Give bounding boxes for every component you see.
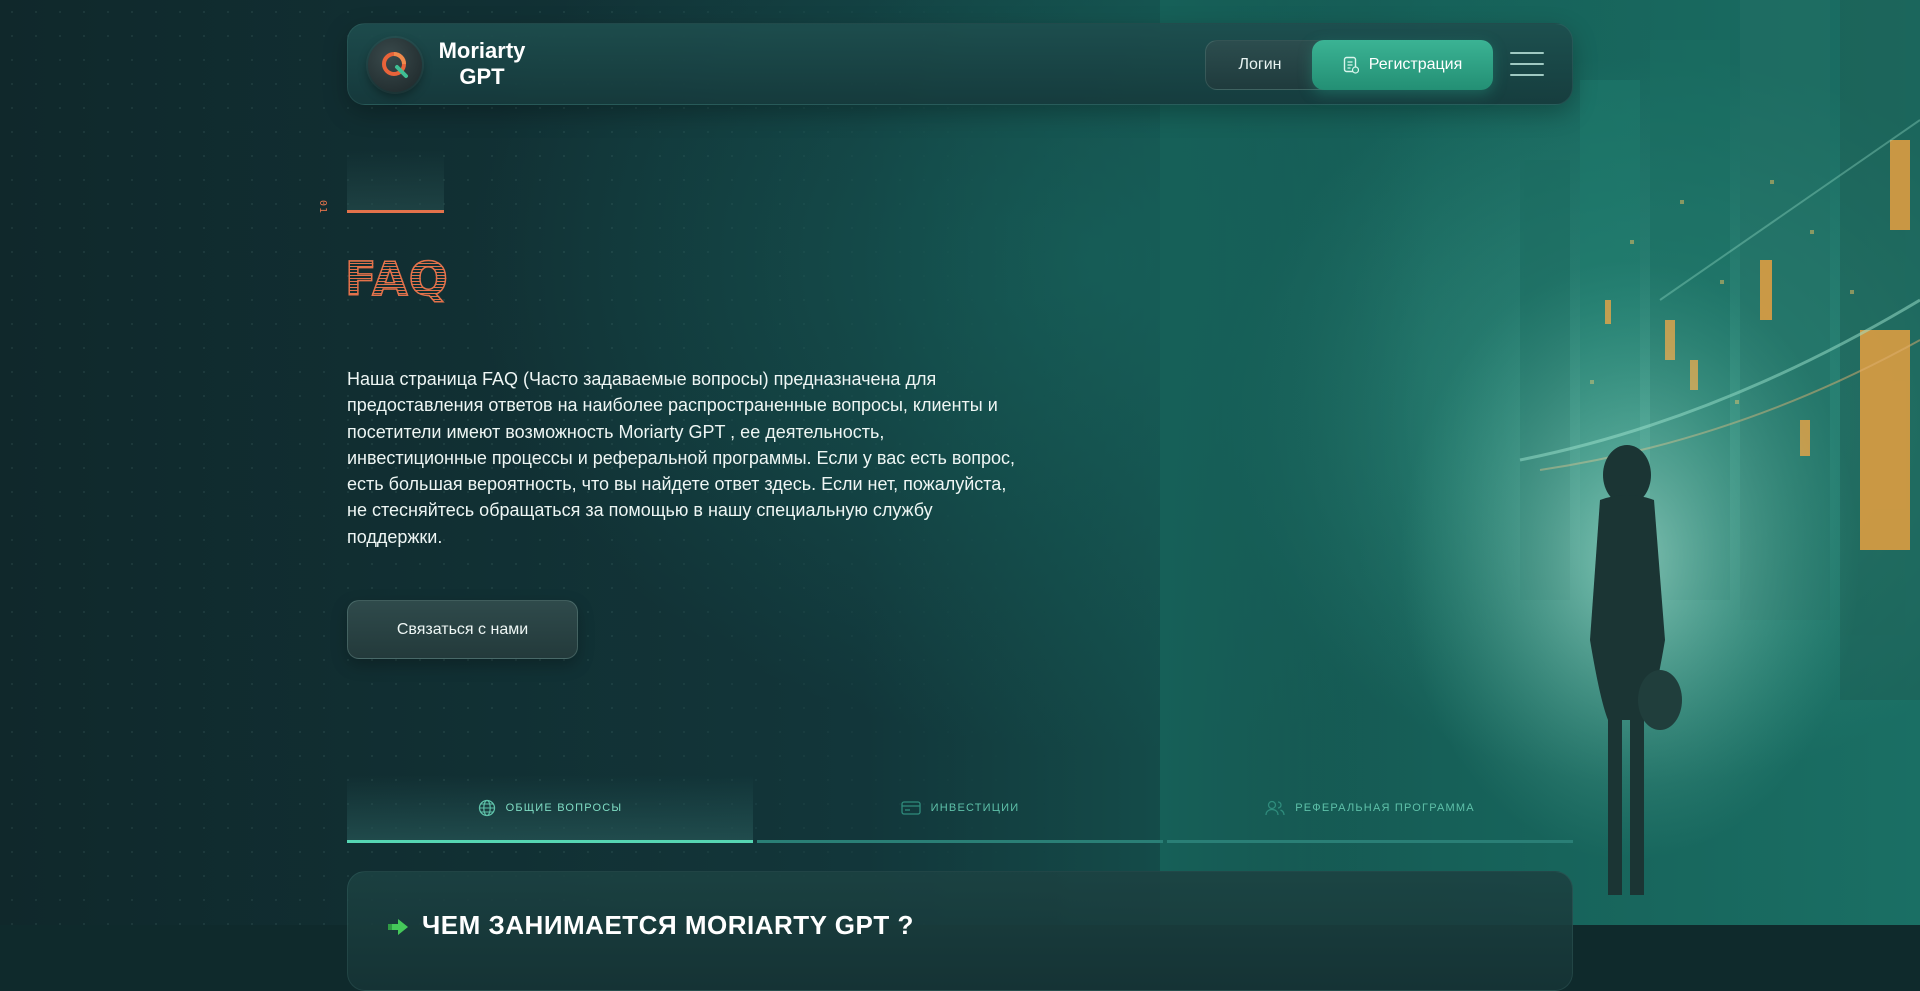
intro-paragraph: Наша страница FAQ (Часто задаваемые вопр… [347, 366, 1027, 550]
tab-label: РЕФЕРАЛЬНАЯ ПРОГРАММА [1295, 802, 1475, 814]
contact-us-button[interactable]: Связаться с нами [347, 600, 578, 659]
top-navigation-bar: Moriarty GPT Логин Регистрация [347, 23, 1573, 105]
users-icon [1265, 799, 1285, 817]
login-button[interactable]: Логин [1206, 41, 1314, 89]
tab-label: ИНВЕСТИЦИИ [931, 802, 1020, 814]
section-index: 01 [317, 200, 328, 214]
register-label: Регистрация [1369, 56, 1463, 74]
faq-question-card[interactable]: ЧЕМ ЗАНИМАЕТСЯ MORIARTY GPT ? [347, 871, 1573, 991]
card-icon [901, 800, 921, 816]
faq-category-tabs: ОБЩИЕ ВОПРОСЫ ИНВЕСТИЦИИ РЕФЕРАЛЬНАЯ ПРО… [347, 775, 1573, 843]
auth-button-group: Логин Регистрация [1205, 40, 1491, 90]
brand-line-2: GPT [432, 64, 532, 90]
register-button[interactable]: Регистрация [1312, 40, 1493, 90]
moriarty-logo-icon[interactable] [368, 38, 422, 92]
q-logo-icon [379, 49, 411, 81]
page-title: FAQ [345, 252, 449, 306]
tab-general-questions[interactable]: ОБЩИЕ ВОПРОСЫ [347, 775, 753, 843]
brand-line-1: Moriarty [432, 38, 532, 64]
green-arrow-icon [386, 916, 410, 936]
brand-name[interactable]: Moriarty GPT [432, 38, 532, 90]
tab-referral-program[interactable]: РЕФЕРАЛЬНАЯ ПРОГРАММА [1167, 775, 1573, 843]
section-index-bar [347, 150, 444, 213]
tab-label: ОБЩИЕ ВОПРОСЫ [506, 802, 623, 814]
hamburger-menu-icon[interactable] [1510, 50, 1544, 78]
register-document-icon [1343, 56, 1359, 74]
faq-question-title: ЧЕМ ЗАНИМАЕТСЯ MORIARTY GPT ? [422, 910, 914, 941]
tab-investments[interactable]: ИНВЕСТИЦИИ [757, 775, 1163, 843]
globe-icon [478, 799, 496, 817]
